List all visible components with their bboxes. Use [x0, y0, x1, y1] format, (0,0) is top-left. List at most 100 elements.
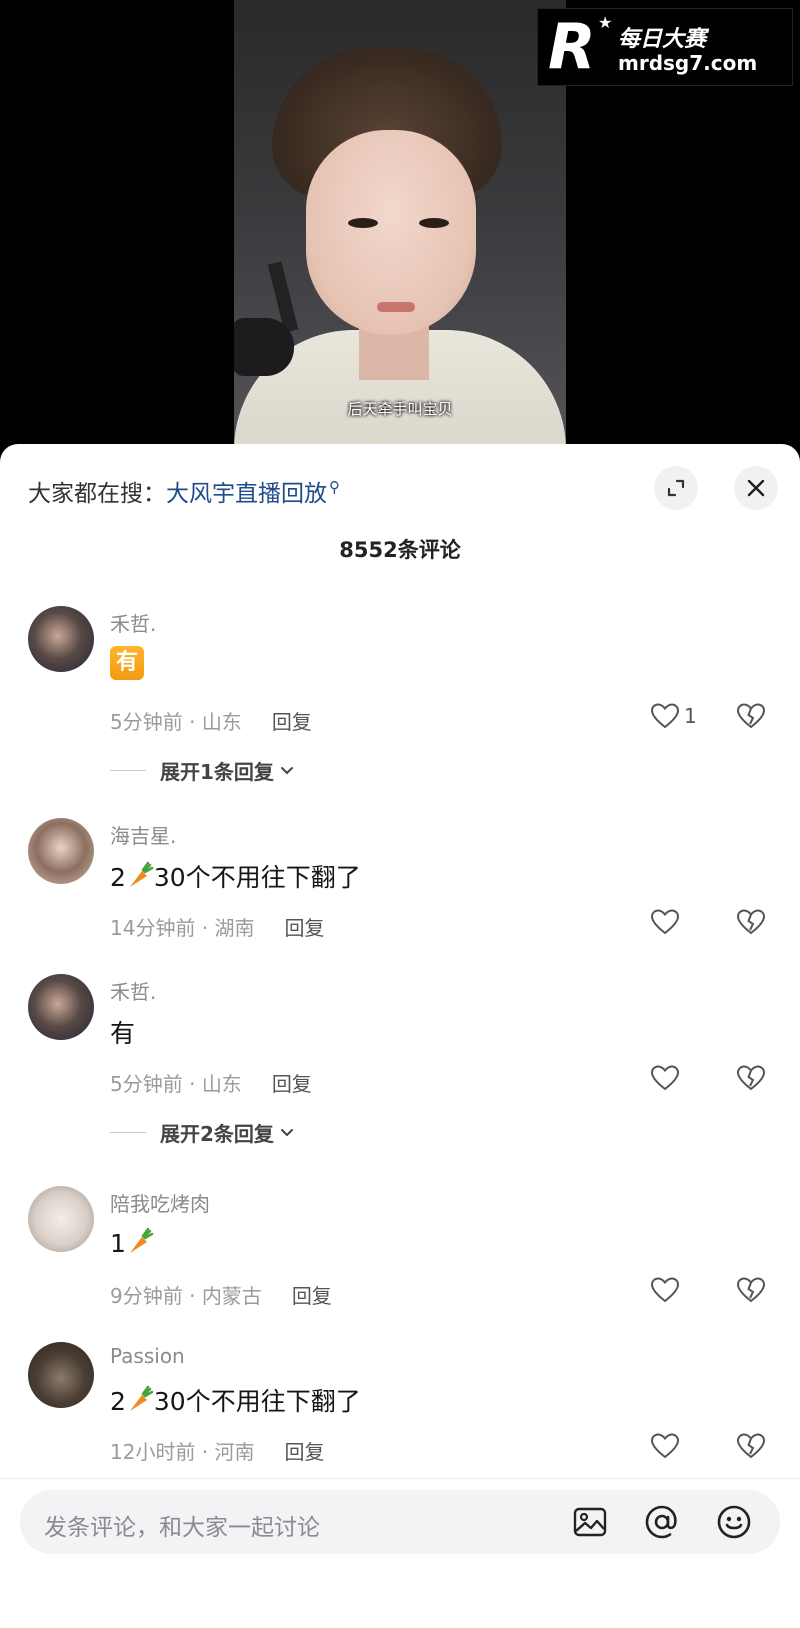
heart-icon [650, 909, 680, 935]
search-icon: ⚲ [329, 478, 340, 497]
avatar[interactable] [28, 1342, 94, 1408]
at-icon [645, 1505, 677, 1539]
expand-button[interactable] [654, 466, 698, 510]
comment-username[interactable]: 禾哲. [110, 976, 156, 1005]
video-subtitle: 后天牵手叫宝贝 [347, 400, 453, 418]
comment-time: 5分钟前 [110, 1072, 183, 1096]
comment-text: 30个不用往下翻了 [153, 1387, 361, 1416]
like-count: 1 [684, 704, 697, 728]
broken-heart-icon [736, 1065, 766, 1091]
avatar[interactable] [28, 818, 94, 884]
like-button[interactable] [650, 1064, 680, 1092]
comment-location: 湖南 [214, 916, 255, 940]
search-term-link[interactable]: 大风宇直播回放 [166, 481, 327, 507]
comment-input-placeholder: 发条评论，和大家一起讨论 [44, 1515, 320, 1541]
comment-location: 山东 [201, 1072, 242, 1096]
watermark-url: mrdsg7.com [618, 51, 758, 75]
expand-icon [667, 479, 685, 497]
comment-text: 2 [110, 1387, 126, 1416]
comment-meta: 14分钟前 · 湖南 回复 [110, 916, 325, 940]
dislike-button[interactable] [736, 702, 766, 734]
comment-content: 2 30个不用往下翻了 [110, 858, 361, 894]
comment-text: 2 [110, 863, 126, 892]
chevron-down-icon [280, 1128, 293, 1136]
comment-count: 8552条评论 [339, 538, 461, 562]
reply-button[interactable]: 回复 [272, 710, 312, 734]
input-divider [0, 1478, 800, 1479]
image-button[interactable] [572, 1504, 608, 1540]
comment-location: 内蒙古 [201, 1284, 262, 1308]
carrot-icon [129, 861, 154, 887]
dislike-button[interactable] [736, 1276, 766, 1308]
person-eye-left [348, 218, 378, 228]
comment-meta: 5分钟前 · 山东 回复 [110, 710, 312, 734]
heart-icon [650, 1277, 680, 1303]
like-button[interactable] [650, 908, 680, 936]
star-icon: ★ [598, 13, 613, 32]
mention-button[interactable] [644, 1504, 680, 1540]
divider-line [110, 1132, 146, 1133]
emoji-button[interactable] [716, 1504, 752, 1540]
expand-replies-button[interactable]: 展开1条回复 [110, 756, 294, 785]
person-mouth [377, 302, 415, 312]
reply-button[interactable]: 回复 [285, 1440, 325, 1464]
comment-meta: 12小时前 · 河南 回复 [110, 1440, 325, 1464]
reply-button[interactable]: 回复 [292, 1284, 332, 1308]
dislike-button[interactable] [736, 1064, 766, 1096]
heart-icon [650, 1433, 680, 1459]
carrot-icon [129, 1227, 154, 1253]
broken-heart-icon [736, 703, 766, 729]
comment-time: 9分钟前 [110, 1284, 183, 1308]
comment-text: 30个不用往下翻了 [153, 863, 361, 892]
comment-content: 1 [110, 1226, 154, 1258]
avatar[interactable] [28, 1186, 94, 1252]
comment-meta: 5分钟前 · 山东 回复 [110, 1072, 312, 1096]
search-suggestion[interactable]: 大家都在搜：大风宇直播回放 ⚲ [28, 474, 340, 508]
comment-username[interactable]: Passion [110, 1344, 185, 1368]
close-icon [747, 479, 765, 497]
comment-time: 12小时前 [110, 1440, 196, 1464]
broken-heart-icon [736, 1277, 766, 1303]
comment-username[interactable]: 陪我吃烤肉 [110, 1188, 210, 1217]
expand-replies-label: 展开1条回复 [160, 760, 274, 784]
comment-username[interactable]: 海吉星. [110, 820, 176, 849]
comment-badge: 有 [110, 646, 144, 680]
emoji-icon [717, 1505, 751, 1539]
comment-text: 1 [110, 1229, 126, 1258]
like-button[interactable] [650, 1276, 680, 1304]
like-button[interactable]: 1 [650, 702, 697, 730]
watermark: R ★ 每日大赛 mrdsg7.com [537, 8, 793, 86]
like-button[interactable] [650, 1432, 680, 1460]
broken-heart-icon [736, 909, 766, 935]
avatar[interactable] [28, 974, 94, 1040]
comment-time: 5分钟前 [110, 710, 183, 734]
divider-line [110, 770, 146, 771]
comment-content: 2 30个不用往下翻了 [110, 1382, 361, 1418]
dislike-button[interactable] [736, 908, 766, 940]
carrot-icon [129, 1385, 154, 1411]
video-frame[interactable]: 后天牵手叫宝贝 [234, 0, 566, 460]
expand-replies-label: 展开2条回复 [160, 1122, 274, 1146]
image-icon [573, 1507, 607, 1537]
microphone [234, 318, 294, 376]
comment-location: 山东 [201, 710, 242, 734]
comment-time: 14分钟前 [110, 916, 196, 940]
broken-heart-icon [736, 1433, 766, 1459]
expand-replies-button[interactable]: 展开2条回复 [110, 1118, 294, 1147]
comment-input[interactable]: 发条评论，和大家一起讨论 [20, 1490, 780, 1554]
video-player[interactable]: 后天牵手叫宝贝 R ★ 每日大赛 mrdsg7.com [0, 0, 800, 460]
chevron-down-icon [280, 766, 293, 774]
dislike-button[interactable] [736, 1432, 766, 1464]
heart-icon [650, 703, 680, 729]
close-button[interactable] [734, 466, 778, 510]
watermark-name: 每日大赛 [618, 27, 707, 52]
search-prefix: 大家都在搜： [28, 481, 166, 507]
person-eye-right [419, 218, 449, 228]
comment-content: 有 [110, 1019, 136, 1048]
reply-button[interactable]: 回复 [272, 1072, 312, 1096]
comment-username[interactable]: 禾哲. [110, 608, 156, 637]
comment-content: 有 [110, 646, 144, 680]
avatar[interactable] [28, 606, 94, 672]
comment-meta: 9分钟前 · 内蒙古 回复 [110, 1284, 332, 1308]
reply-button[interactable]: 回复 [285, 916, 325, 940]
